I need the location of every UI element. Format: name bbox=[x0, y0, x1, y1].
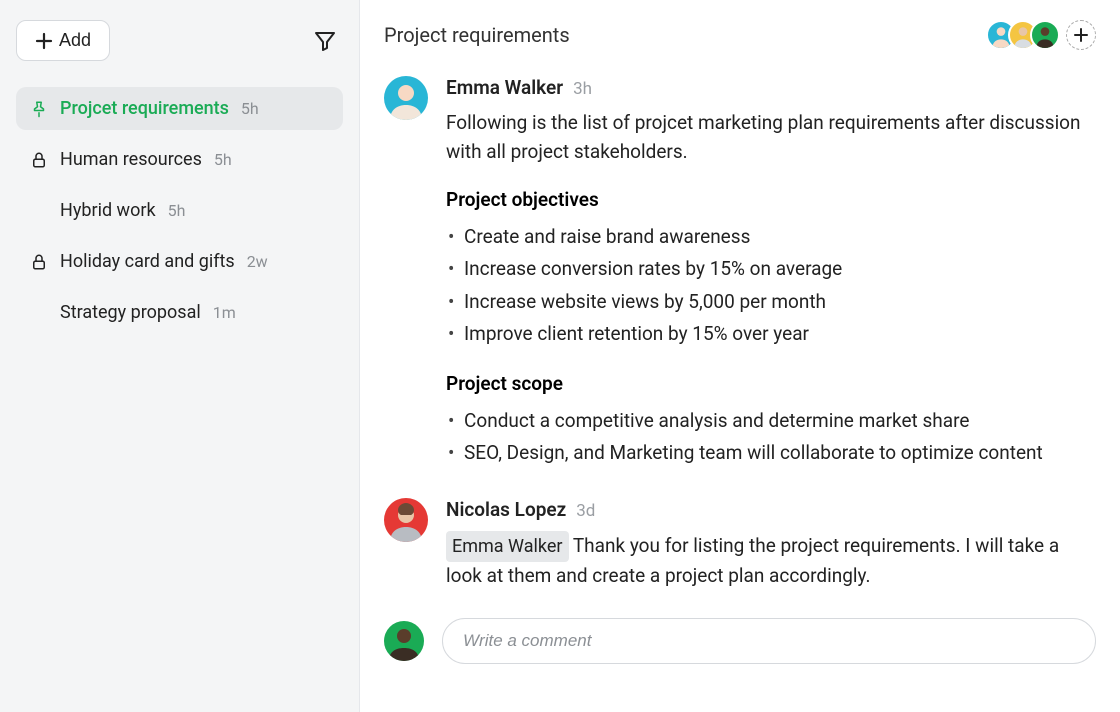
post-body: Emma Walker 3h Following is the list of … bbox=[446, 76, 1096, 470]
avatar[interactable] bbox=[384, 76, 428, 120]
sidebar-item-project-requirements[interactable]: Projcet requirements 5h bbox=[16, 87, 343, 130]
post-text: Emma Walker Thank you for listing the pr… bbox=[446, 531, 1096, 591]
sidebar-item-label: Human resources bbox=[60, 149, 202, 170]
avatar[interactable] bbox=[384, 498, 428, 542]
filter-icon[interactable] bbox=[307, 23, 343, 59]
sidebar-item-time: 2w bbox=[247, 252, 268, 271]
sidebar-list: Projcet requirements 5h Human resources … bbox=[16, 87, 343, 334]
post-header: Emma Walker 3h bbox=[446, 76, 1096, 99]
add-button[interactable]: Add bbox=[16, 20, 110, 61]
mention[interactable]: Emma Walker bbox=[446, 531, 569, 562]
sidebar-item-human-resources[interactable]: Human resources 5h bbox=[16, 138, 343, 181]
post-list: Create and raise brand awareness Increas… bbox=[446, 221, 1096, 350]
list-item: Increase conversion rates by 15% on aver… bbox=[464, 253, 1096, 285]
content-scroll: Emma Walker 3h Following is the list of … bbox=[384, 76, 1096, 692]
post-body: Nicolas Lopez 3d Emma Walker Thank you f… bbox=[446, 498, 1096, 591]
sidebar: Add Projcet requirements 5h Human resour… bbox=[0, 0, 360, 712]
page-title: Project requirements bbox=[384, 23, 570, 47]
post: Nicolas Lopez 3d Emma Walker Thank you f… bbox=[384, 498, 1096, 591]
post-time: 3h bbox=[573, 79, 592, 99]
sidebar-item-label: Hybrid work bbox=[60, 200, 156, 221]
post-text: Following is the list of projcet marketi… bbox=[446, 109, 1096, 166]
post-author: Emma Walker bbox=[446, 76, 563, 99]
comment-input-wrap[interactable] bbox=[442, 618, 1096, 664]
list-item: Increase website views by 5,000 per mont… bbox=[464, 286, 1096, 318]
sidebar-item-hybrid-work[interactable]: Hybrid work 5h bbox=[16, 189, 343, 232]
sidebar-item-time: 1m bbox=[213, 303, 236, 322]
main-content: Project requirements bbox=[360, 0, 1120, 712]
sidebar-item-label: Holiday card and gifts bbox=[60, 251, 235, 272]
sidebar-item-holiday-card[interactable]: Holiday card and gifts 2w bbox=[16, 240, 343, 283]
sidebar-item-time: 5h bbox=[168, 201, 186, 220]
section-heading: Project scope bbox=[446, 372, 1096, 395]
list-item: Create and raise brand awareness bbox=[464, 221, 1096, 253]
list-item: SEO, Design, and Marketing team will col… bbox=[464, 437, 1096, 469]
post: Emma Walker 3h Following is the list of … bbox=[384, 76, 1096, 470]
lock-icon bbox=[30, 151, 50, 169]
sidebar-item-strategy-proposal[interactable]: Strategy proposal 1m bbox=[16, 291, 343, 334]
sidebar-item-label: Strategy proposal bbox=[60, 302, 201, 323]
sidebar-item-label: Projcet requirements bbox=[60, 98, 229, 119]
list-item: Conduct a competitive analysis and deter… bbox=[464, 405, 1096, 437]
post-time: 3d bbox=[576, 501, 595, 521]
plus-icon bbox=[35, 32, 53, 50]
avatar[interactable] bbox=[1030, 20, 1060, 50]
comment-row bbox=[384, 618, 1096, 664]
lock-icon bbox=[30, 253, 50, 271]
participants-row bbox=[986, 20, 1096, 50]
pin-icon bbox=[30, 100, 50, 118]
avatar-stack bbox=[986, 20, 1060, 50]
add-participant-button[interactable] bbox=[1066, 20, 1096, 50]
post-author: Nicolas Lopez bbox=[446, 498, 566, 521]
sidebar-item-time: 5h bbox=[241, 99, 259, 118]
avatar[interactable] bbox=[384, 621, 424, 661]
section-heading: Project objectives bbox=[446, 188, 1096, 211]
list-item: Improve client retention by 15% over yea… bbox=[464, 318, 1096, 350]
add-button-label: Add bbox=[59, 30, 91, 51]
page-header: Project requirements bbox=[384, 20, 1096, 50]
post-list: Conduct a competitive analysis and deter… bbox=[446, 405, 1096, 470]
post-header: Nicolas Lopez 3d bbox=[446, 498, 1096, 521]
comment-input[interactable] bbox=[463, 631, 1075, 651]
sidebar-top-row: Add bbox=[16, 20, 343, 61]
sidebar-item-time: 5h bbox=[214, 150, 232, 169]
